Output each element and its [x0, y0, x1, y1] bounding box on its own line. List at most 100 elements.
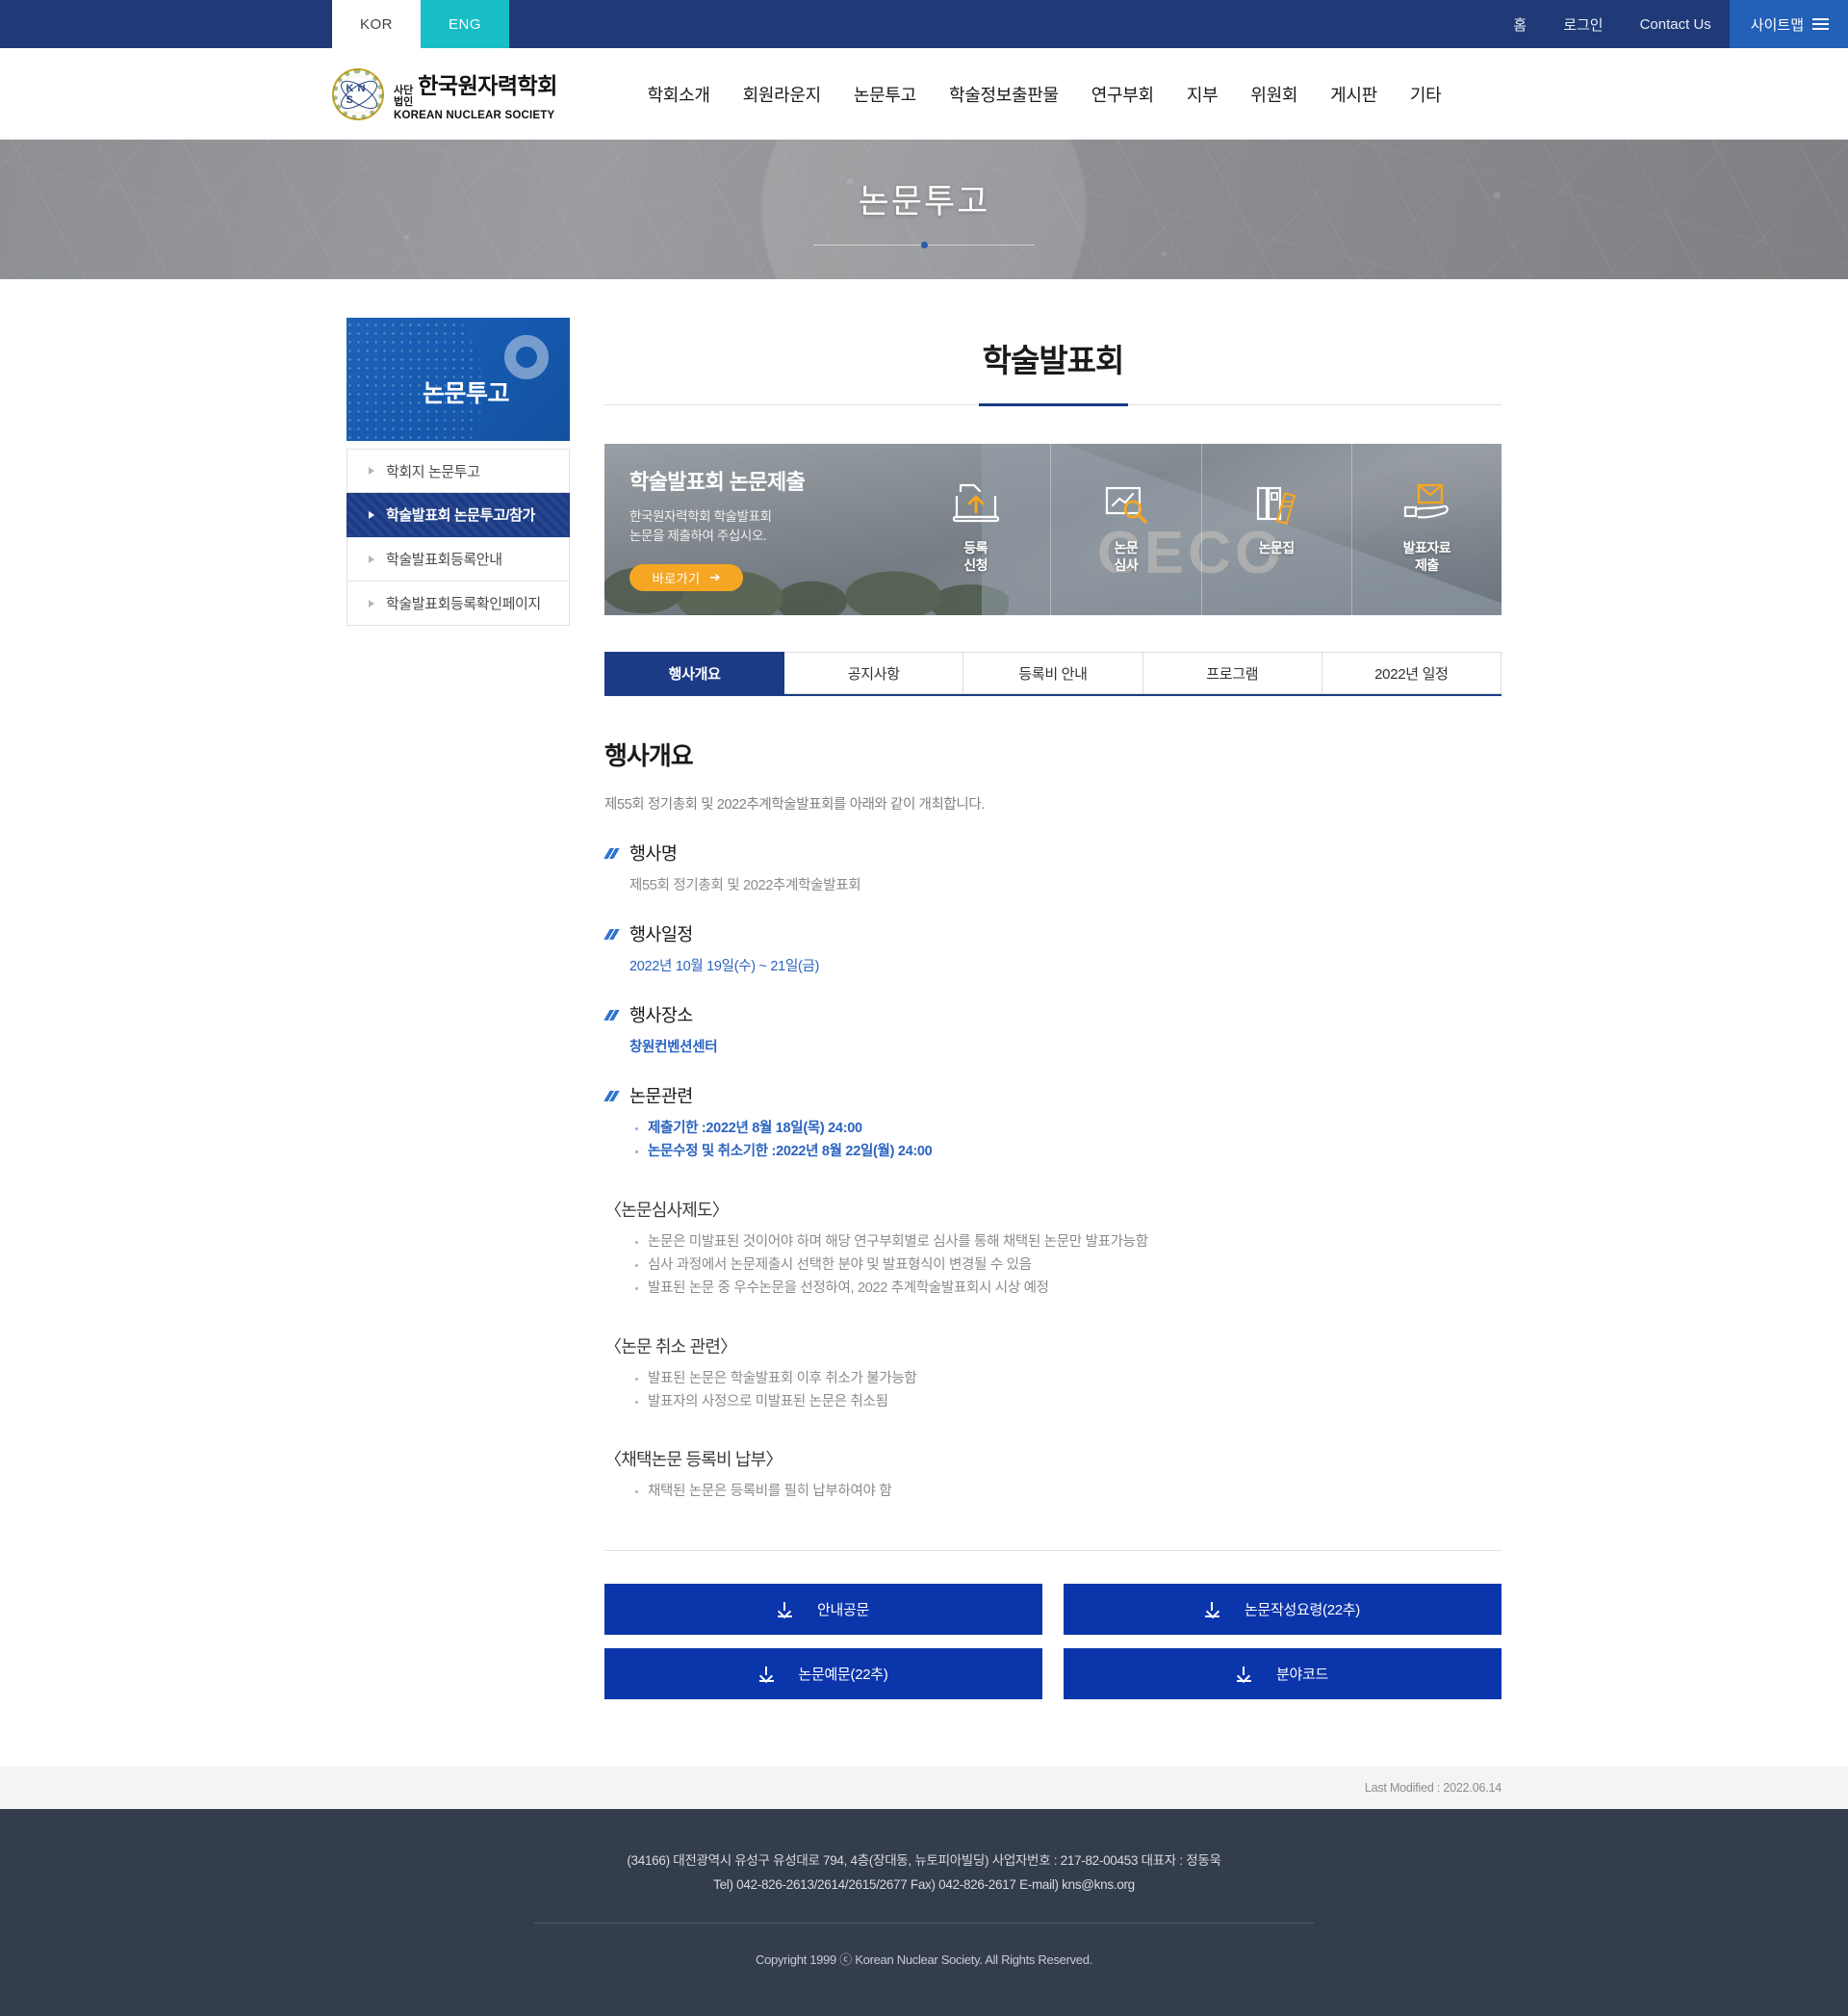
hand-envelope-icon [1401, 477, 1451, 532]
section-lead-text: 제55회 정기총회 및 2022추계학술발표회를 아래와 같이 개최합니다. [604, 797, 985, 813]
logo-prefix: 사단 법인 [394, 85, 413, 108]
list-item: 제출기한 :2022년 8월 18일(목) 24:00 [633, 1118, 1502, 1141]
group-paper-cancellation: 〈논문 취소 관련〉 발표된 논문은 학술발표회 이후 취소가 불가능함 발표자… [604, 1333, 1502, 1414]
top-utility-links: 홈 로그인 Contact Us 사이트맵 [1495, 0, 1848, 48]
chevron-right-icon [369, 599, 374, 607]
hamburger-icon [1812, 18, 1829, 30]
lang-tab-eng-label: ENG [448, 15, 481, 33]
global-navigation: 학회소개 회원라운지 논문투고 학술정보출판물 연구부회 지부 위원회 게시판 … [407, 82, 1442, 107]
download-label: 안내공문 [816, 1602, 869, 1619]
site-header: K N S 사단 법인 한국원자력학회 KOREAN NUCLEAR SOCIE… [0, 48, 1848, 140]
field-event-date: 행사일정 2022년 10월 19일(수) ~ 21일(금) [603, 921, 1502, 975]
top-link-contact-label: Contact Us [1639, 15, 1711, 33]
group-review-system: 〈논문심사제도〉 논문은 미발표된 것이어야 하며 해당 연구부회별로 심사를 … [604, 1197, 1502, 1301]
books-icon [1251, 477, 1301, 532]
gnb-item-board[interactable]: 게시판 [1330, 82, 1377, 107]
banner-cell-line1: 논문 [1114, 540, 1139, 556]
group-heading: 〈채택논문 등록비 납부〉 [604, 1450, 783, 1470]
gnb-item-etc[interactable]: 기타 [1410, 82, 1442, 107]
bolt-bullet-icon [603, 1090, 621, 1101]
sidebar-item-registration-confirm[interactable]: 학술발표회등록확인페이지 [346, 582, 570, 626]
banner-cell-line2: 심사 [1114, 556, 1139, 573]
banner-desc-line1: 한국원자력학회 학술발표회 [629, 509, 772, 524]
list-item: 발표자의 사정으로 미발표된 논문은 취소됨 [633, 1391, 1502, 1414]
gnb-item-research-divisions[interactable]: 연구부회 [1091, 82, 1154, 107]
sitemap-button[interactable]: 사이트맵 [1729, 0, 1848, 48]
page-hero-banner: 논문투고 [0, 140, 1848, 279]
download-button-grid: 안내공문 논문작성요령(22추) 논문예문(22추) 분야코드 [604, 1584, 1502, 1700]
section-heading: 행사개요 [604, 741, 694, 770]
hero-breadcrumb-indicator [813, 241, 1035, 248]
top-link-contact-us[interactable]: Contact Us [1622, 0, 1730, 48]
field-label: 논문관련 [629, 1086, 693, 1106]
last-modified-text: Last Modified : 2022.06.14 [1364, 1781, 1502, 1796]
download-label: 논문예문(22추) [798, 1667, 888, 1684]
banner-cta-label: 바로가기 [652, 572, 701, 587]
tab-schedule-2022[interactable]: 2022년 일정 [1322, 652, 1502, 694]
gnb-item-branches[interactable]: 지부 [1187, 82, 1219, 107]
field-label: 행사장소 [629, 1005, 693, 1025]
top-link-login[interactable]: 로그인 [1545, 0, 1621, 48]
download-button-notice[interactable]: 안내공문 [604, 1584, 1042, 1636]
lang-tab-eng[interactable]: ENG [421, 0, 509, 48]
upload-document-icon [951, 477, 1001, 532]
download-icon [758, 1666, 774, 1682]
list-item: 심사 과정에서 논문제출시 선택한 분야 및 발표형식이 변경될 수 있음 [633, 1254, 1502, 1278]
tab-notices[interactable]: 공지사항 [784, 652, 964, 694]
download-button-paper-sample[interactable]: 논문예문(22추) [604, 1648, 1042, 1700]
content-divider [604, 1550, 1502, 1552]
banner-cell-review[interactable]: 논문 심사 [1050, 444, 1200, 615]
tab-overview[interactable]: 행사개요 [604, 652, 785, 694]
field-paper-related: 논문관련 제출기한 :2022년 8월 18일(목) 24:00 논문수정 및 … [603, 1083, 1502, 1164]
bolt-bullet-icon [603, 847, 621, 859]
gnb-item-committees[interactable]: 위원회 [1250, 82, 1297, 107]
banner-cell-registration[interactable]: 등록 신청 [901, 444, 1050, 615]
group-heading: 〈논문심사제도〉 [604, 1200, 730, 1220]
field-value: 2022년 10월 19일(수) ~ 21일(금) [629, 959, 820, 974]
field-label: 행사일정 [629, 924, 693, 944]
gnb-item-paper-submission[interactable]: 논문투고 [854, 82, 916, 107]
banner-cell-proceedings[interactable]: 논문집 [1200, 444, 1351, 615]
logo-english-name: KOREAN NUCLEAR SOCIETY [394, 109, 555, 121]
banner-cell-line1: 발표자료 [1402, 540, 1451, 556]
sidebar-item-conference-submission[interactable]: 학술발표회 논문투고/참가 [346, 493, 570, 537]
banner-cell-line1: 등록 [963, 540, 988, 556]
banner-step-cells: 등록 신청 논문 심사 논문집 발표자료 제출 [901, 444, 1502, 615]
tab-registration-fee[interactable]: 등록비 안내 [963, 652, 1143, 694]
lang-tab-kor[interactable]: KOR [332, 0, 421, 48]
hero-title: 논문투고 [858, 182, 990, 220]
top-utility-bar: KOR ENG 홈 로그인 Contact Us 사이트맵 [0, 0, 1848, 48]
banner-title: 학술발표회 논문제출 [629, 470, 806, 494]
field-value: 제55회 정기총회 및 2022추계학술발표회 [629, 878, 861, 893]
banner-cta-button[interactable]: 바로가기 ➔ [629, 564, 743, 592]
download-icon [1205, 1601, 1219, 1617]
language-tabs: KOR ENG [332, 0, 509, 48]
list-item: 채택된 논문은 등록비를 필히 납부하여야 함 [633, 1481, 1502, 1504]
field-label: 행사명 [629, 843, 678, 864]
top-link-home[interactable]: 홈 [1495, 0, 1545, 48]
arrow-right-icon: ➔ [709, 570, 721, 585]
page-title: 학술발표회 [982, 343, 1125, 378]
sidebar-ring-icon [504, 335, 549, 379]
gnb-item-about[interactable]: 학회소개 [648, 82, 710, 107]
group-list: 채택된 논문은 등록비를 필히 납부하여야 함 [633, 1481, 1502, 1504]
banner-cell-presentation-submit[interactable]: 발표자료 제출 [1350, 444, 1502, 615]
sidebar-item-registration-guide[interactable]: 학술발표회등록안내 [346, 537, 570, 582]
download-label: 분야코드 [1275, 1667, 1328, 1684]
title-underline [604, 403, 1502, 406]
sidebar-item-journal-submission[interactable]: 학회지 논문투고 [346, 449, 570, 493]
banner-description: 한국원자력학회 학술발표회 논문을 제출하여 주십시오. [629, 507, 901, 545]
sidebar-menu: 학회지 논문투고 학술발표회 논문투고/참가 학술발표회등록안내 학술발표회등록… [346, 449, 570, 626]
list-item: 발표된 논문은 학술발표회 이후 취소가 불가능함 [633, 1368, 1502, 1391]
site-logo[interactable]: K N S 사단 법인 한국원자력학회 KOREAN NUCLEAR SOCIE… [332, 67, 557, 121]
gnb-item-member-lounge[interactable]: 회원라운지 [743, 82, 822, 107]
footer-divider [534, 1923, 1314, 1925]
gnb-item-publications[interactable]: 학술정보출판물 [949, 82, 1059, 107]
download-button-field-code[interactable]: 분야코드 [1064, 1648, 1502, 1700]
download-button-paper-guidelines[interactable]: 논문작성요령(22추) [1064, 1584, 1502, 1636]
tab-program[interactable]: 프로그램 [1142, 652, 1322, 694]
promo-banner[interactable]: 학술발표회 논문제출 한국원자력학회 학술발표회 논문을 제출하여 주십시오. … [604, 444, 1502, 615]
field-title-row: 논문관련 [603, 1083, 1502, 1108]
group-registration-fee-payment: 〈채택논문 등록비 납부〉 채택된 논문은 등록비를 필히 납부하여야 함 [604, 1446, 1502, 1504]
site-footer: (34166) 대전광역시 유성구 유성대로 794, 4층(장대동, 뉴토피아… [0, 1809, 1848, 2016]
